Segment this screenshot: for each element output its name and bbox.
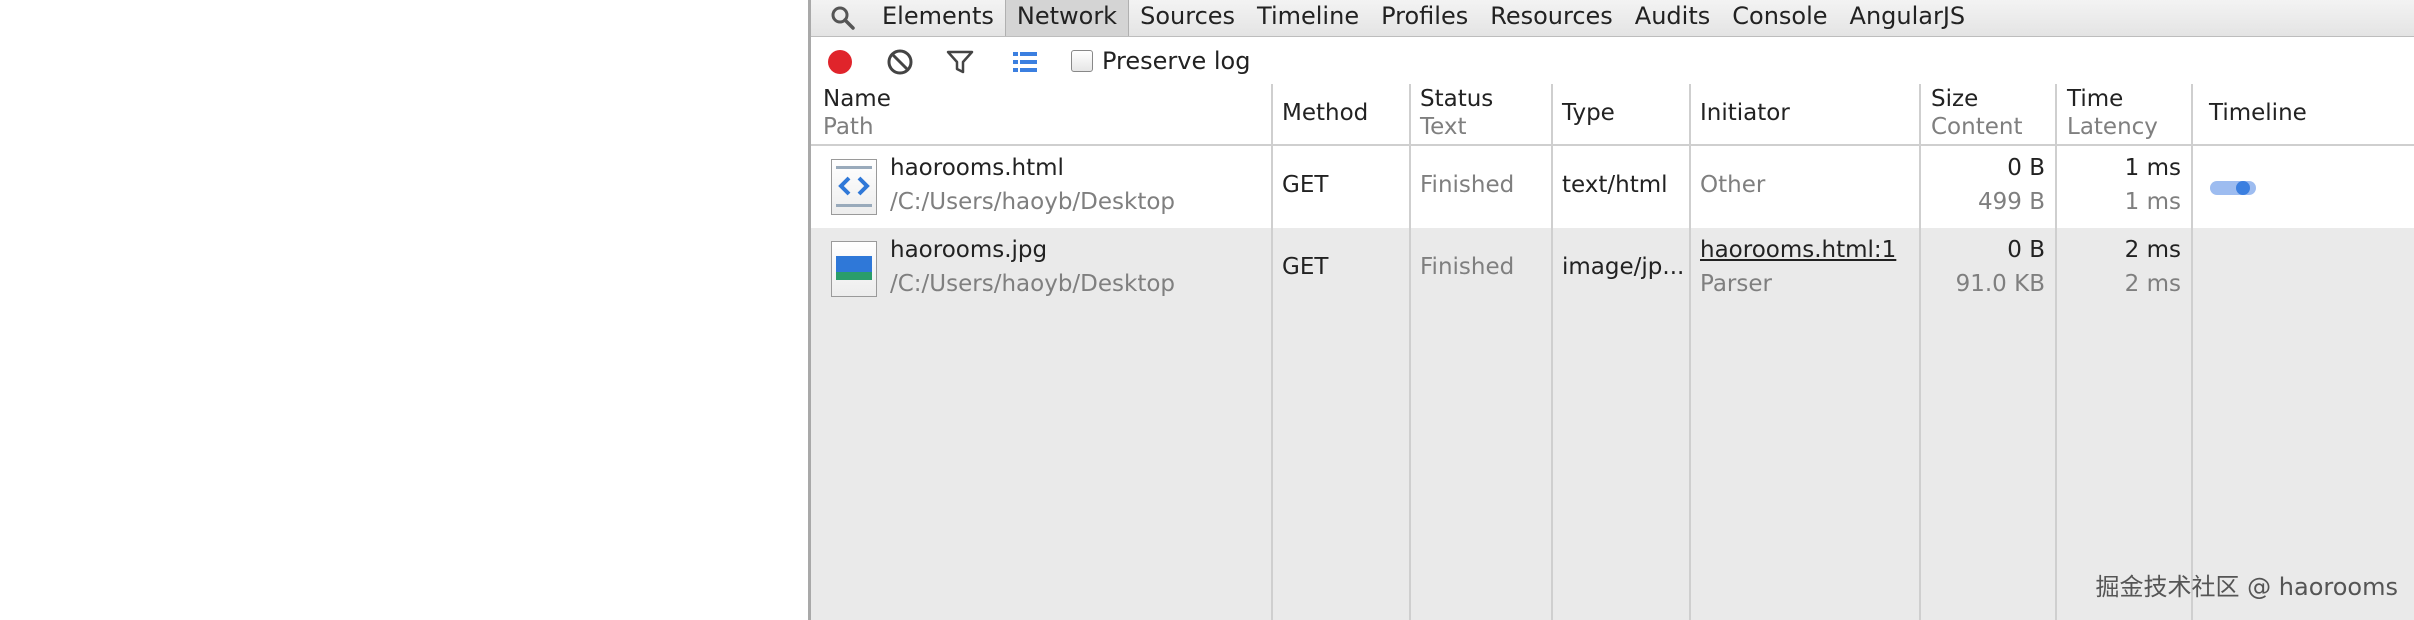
column-header-time[interactable]: Time Latency xyxy=(2057,84,2191,144)
content-value: 499 B xyxy=(1978,189,2045,215)
devtools-toolbar: Elements Network Sources Timeline Profil… xyxy=(811,0,2414,37)
content-value: 91.0 KB xyxy=(1955,271,2045,297)
html-file-icon xyxy=(831,159,877,215)
table-row[interactable]: haorooms.jpg /C:/Users/haoyb/Desktop GET… xyxy=(811,228,2414,310)
column-header-name[interactable]: Name Path xyxy=(811,84,1271,144)
latency-value: 2 ms xyxy=(2124,271,2181,297)
initiator-value: Other xyxy=(1700,172,1766,198)
time-value: 1 ms xyxy=(2124,155,2181,181)
tab-console[interactable]: Console xyxy=(1721,0,1838,36)
image-file-icon xyxy=(831,241,877,297)
tab-profiles[interactable]: Profiles xyxy=(1370,0,1479,36)
type-cell: image/jp... xyxy=(1553,228,1689,310)
column-divider[interactable] xyxy=(1271,84,1273,620)
tab-audits[interactable]: Audits xyxy=(1624,0,1721,36)
column-divider[interactable] xyxy=(2191,84,2193,620)
header-label: Method xyxy=(1282,100,1369,126)
header-sublabel: Content xyxy=(1931,114,2023,140)
large-rows-icon[interactable] xyxy=(1010,47,1040,77)
header-sublabel: Text xyxy=(1420,114,1467,140)
request-name[interactable]: haorooms.html xyxy=(890,155,1064,181)
initiator-type: Parser xyxy=(1700,271,1772,297)
status-value: Finished xyxy=(1420,172,1515,198)
tab-elements[interactable]: Elements xyxy=(871,0,1005,36)
header-label: Size xyxy=(1931,86,1979,112)
status-value: Finished xyxy=(1420,254,1515,280)
tab-sources[interactable]: Sources xyxy=(1129,0,1246,36)
initiator-cell: Other xyxy=(1691,146,1919,228)
tab-resources[interactable]: Resources xyxy=(1479,0,1624,36)
tab-timeline[interactable]: Timeline xyxy=(1246,0,1370,36)
preserve-log-checkbox[interactable] xyxy=(1071,50,1093,72)
table-row[interactable]: haorooms.html /C:/Users/haoyb/Desktop GE… xyxy=(811,146,2414,228)
size-cell: 0 B 499 B xyxy=(1921,146,2055,228)
time-value: 2 ms xyxy=(2124,237,2181,263)
type-value: image/jp... xyxy=(1562,254,1685,280)
search-icon[interactable] xyxy=(829,4,857,32)
time-cell: 1 ms 1 ms xyxy=(2057,146,2191,228)
record-icon[interactable] xyxy=(825,47,855,77)
timeline-cell xyxy=(2193,228,2414,310)
column-header-initiator[interactable]: Initiator xyxy=(1691,84,1919,144)
column-divider[interactable] xyxy=(1551,84,1553,620)
column-divider[interactable] xyxy=(1919,84,1921,620)
tab-network[interactable]: Network xyxy=(1004,0,1130,36)
column-divider[interactable] xyxy=(2055,84,2057,620)
column-header-type[interactable]: Type xyxy=(1553,84,1689,144)
request-path: /C:/Users/haoyb/Desktop xyxy=(890,189,1176,215)
blank-page-area xyxy=(0,0,808,620)
name-cell: haorooms.jpg /C:/Users/haoyb/Desktop xyxy=(811,228,1271,310)
header-label: Status xyxy=(1420,86,1494,112)
devtools-panel: Elements Network Sources Timeline Profil… xyxy=(808,0,2414,620)
header-label: Type xyxy=(1562,100,1615,126)
panel-tabs: Elements Network Sources Timeline Profil… xyxy=(871,0,1976,36)
table-header: Name Path Method Status Text Type Initia… xyxy=(811,84,2414,146)
header-label: Initiator xyxy=(1700,100,1790,126)
size-value: 0 B xyxy=(2007,237,2045,263)
header-label: Time xyxy=(2067,86,2124,112)
preserve-log-label: Preserve log xyxy=(1102,47,1251,75)
time-cell: 2 ms 2 ms xyxy=(2057,228,2191,310)
header-label: Timeline xyxy=(2209,100,2307,126)
request-name[interactable]: haorooms.jpg xyxy=(890,237,1047,263)
timeline-bar xyxy=(2210,181,2256,195)
clear-icon[interactable] xyxy=(885,47,915,77)
request-path: /C:/Users/haoyb/Desktop xyxy=(890,271,1176,297)
watermark-text: 掘金技术社区 @ haorooms xyxy=(2095,573,2398,601)
method-cell: GET xyxy=(1273,146,1409,228)
column-divider[interactable] xyxy=(1689,84,1691,620)
column-header-status[interactable]: Status Text xyxy=(1411,84,1551,144)
network-toolbar: Preserve log xyxy=(811,38,2414,84)
status-cell: Finished xyxy=(1411,228,1551,310)
filter-icon[interactable] xyxy=(945,47,975,77)
status-cell: Finished xyxy=(1411,146,1551,228)
timeline-cell xyxy=(2193,146,2414,228)
network-request-table: Name Path Method Status Text Type Initia… xyxy=(811,84,2414,620)
method-value: GET xyxy=(1282,172,1329,198)
method-cell: GET xyxy=(1273,228,1409,310)
header-label: Name xyxy=(823,86,891,112)
preserve-log-toggle[interactable]: Preserve log xyxy=(1071,46,1250,76)
tab-angularjs[interactable]: AngularJS xyxy=(1839,0,1977,36)
size-value: 0 B xyxy=(2007,155,2045,181)
header-sublabel: Path xyxy=(823,114,874,140)
size-cell: 0 B 91.0 KB xyxy=(1921,228,2055,310)
column-header-method[interactable]: Method xyxy=(1273,84,1409,144)
name-cell: haorooms.html /C:/Users/haoyb/Desktop xyxy=(811,146,1271,228)
type-value: text/html xyxy=(1562,172,1668,198)
latency-value: 1 ms xyxy=(2124,189,2181,215)
type-cell: text/html xyxy=(1553,146,1689,228)
initiator-link[interactable]: haorooms.html:1 xyxy=(1700,237,1896,263)
column-header-size[interactable]: Size Content xyxy=(1921,84,2055,144)
method-value: GET xyxy=(1282,254,1329,280)
initiator-cell: haorooms.html:1 Parser xyxy=(1691,228,1919,310)
column-divider[interactable] xyxy=(1409,84,1411,620)
header-sublabel: Latency xyxy=(2067,114,2158,140)
column-header-timeline[interactable]: Timeline xyxy=(2193,84,2414,144)
